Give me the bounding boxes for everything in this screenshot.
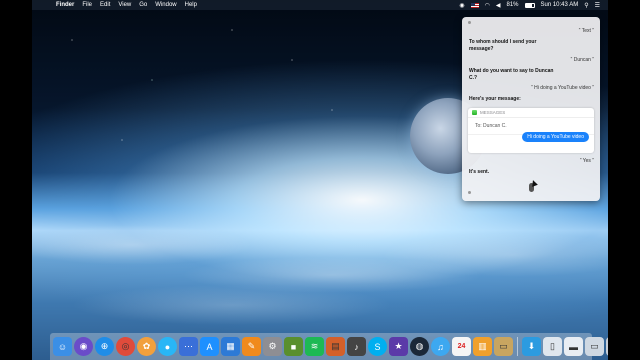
- messages-icon[interactable]: ●: [158, 337, 177, 356]
- steam-icon[interactable]: ◍: [410, 337, 429, 356]
- siri-response: To whom should I send your message?: [469, 39, 537, 52]
- battery-icon[interactable]: [524, 2, 535, 8]
- menu-app-name[interactable]: Finder: [56, 2, 74, 8]
- books-icon[interactable]: ▥: [473, 337, 492, 356]
- menu-go[interactable]: Go: [139, 2, 147, 8]
- skype-icon[interactable]: S: [368, 337, 387, 356]
- earth-clouds: [32, 205, 608, 335]
- siri-top-dot: [468, 21, 471, 24]
- minecraft-icon[interactable]: ■: [284, 337, 303, 356]
- screenshot-icon[interactable]: ▭: [585, 337, 604, 356]
- menu-help[interactable]: Help: [185, 2, 197, 8]
- safari-icon[interactable]: ⊕: [95, 337, 114, 356]
- letterbox-left: [0, 0, 32, 360]
- menu-edit[interactable]: Edit: [100, 2, 110, 8]
- dots-app-icon[interactable]: ⋯: [179, 337, 198, 356]
- siri-icon[interactable]: ◉: [74, 337, 93, 356]
- notes-icon[interactable]: ▭: [494, 337, 513, 356]
- app-store-icon[interactable]: A: [200, 337, 219, 356]
- battery-percent[interactable]: 81%: [506, 2, 518, 8]
- trash-icon[interactable]: 🗑: [606, 337, 608, 356]
- dock: ☺◉⊕◎✿●⋯A▦✎⚙■≋▤♪S★◍♫24▥▭⬇▯▬▭🗑: [50, 333, 608, 360]
- keynote-icon[interactable]: ▦: [221, 337, 240, 356]
- chrome-icon[interactable]: ◎: [116, 337, 135, 356]
- siri-panel: “ Text ” To whom should I send your mess…: [462, 17, 600, 201]
- message-bubble: Hi doing a YouTube video: [522, 132, 589, 142]
- siri-user-utterance: “ Text ”: [578, 28, 594, 34]
- garageband-icon[interactable]: ♪: [347, 337, 366, 356]
- notification-center-icon[interactable]: ☰: [595, 2, 600, 9]
- itunes-icon[interactable]: ♫: [431, 337, 450, 356]
- messages-app-icon: [472, 110, 477, 115]
- dock-separator: [517, 337, 518, 356]
- downloads-stack-icon[interactable]: ⬇: [522, 337, 541, 356]
- message-card[interactable]: MESSAGES To: Duncan C. Hi doing a YouTub…: [468, 108, 594, 153]
- menu-file[interactable]: File: [82, 2, 92, 8]
- siri-status-icon[interactable]: ◉: [459, 2, 464, 9]
- message-card-app-label: MESSAGES: [480, 110, 506, 115]
- pages-icon[interactable]: ✎: [242, 337, 261, 356]
- ibooks-icon[interactable]: ▤: [326, 337, 345, 356]
- siri-user-utterance: “ Hi doing a YouTube video ”: [531, 85, 594, 91]
- menu-bar: Finder File Edit View Go Window Help ◉ ◠…: [32, 0, 608, 10]
- siri-user-utterance: “ Yes ”: [579, 158, 594, 164]
- mouse-cursor-icon: [530, 179, 538, 187]
- photos-icon[interactable]: ✿: [137, 337, 156, 356]
- system-preferences-icon[interactable]: ⚙: [263, 337, 282, 356]
- desktop: Finder File Edit View Go Window Help ◉ ◠…: [32, 0, 608, 360]
- spotlight-search-icon[interactable]: ⚲: [584, 2, 588, 9]
- imovie-icon[interactable]: ★: [389, 337, 408, 356]
- finder-icon[interactable]: ☺: [53, 337, 72, 356]
- input-source-flag-icon[interactable]: [470, 2, 479, 8]
- volume-icon[interactable]: ◀: [496, 2, 501, 9]
- folder-icon[interactable]: ▬: [564, 337, 583, 356]
- letterbox-right: [608, 0, 640, 360]
- siri-bottom-dot: [468, 191, 471, 194]
- menu-window[interactable]: Window: [155, 2, 176, 8]
- menu-view[interactable]: View: [118, 2, 131, 8]
- siri-response: It's sent.: [469, 169, 490, 175]
- spotify-icon[interactable]: ≋: [305, 337, 324, 356]
- wifi-icon[interactable]: ◠: [485, 2, 490, 9]
- clock[interactable]: Sun 10:43 AM: [541, 2, 579, 8]
- siri-response: Here's your message:: [469, 96, 521, 102]
- siri-user-utterance: “ Duncan ”: [570, 57, 594, 63]
- calendar-icon[interactable]: 24: [452, 337, 471, 356]
- message-card-header: MESSAGES: [468, 108, 594, 118]
- siri-response: What do you want to say to Duncan C.?: [469, 68, 554, 81]
- document-icon[interactable]: ▯: [543, 337, 562, 356]
